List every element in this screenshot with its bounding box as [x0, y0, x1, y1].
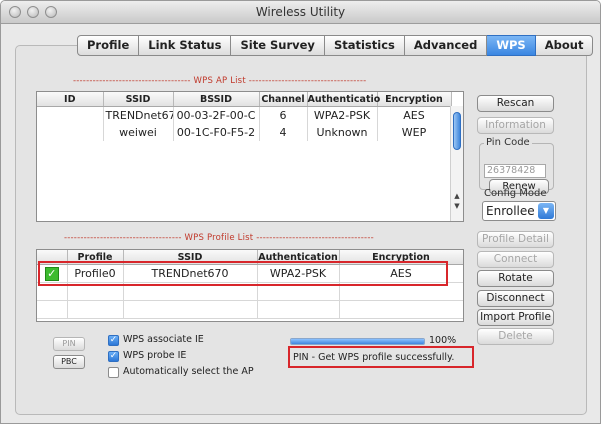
table-row[interactable]: TRENDnet670 00-03-2F-00-C 6 WPA2-PSK AES [37, 106, 452, 124]
ap-col-encryption[interactable]: Encryption [377, 92, 452, 107]
rescan-button[interactable]: Rescan [477, 95, 554, 112]
window-title: Wireless Utility [255, 5, 346, 19]
config-mode-select[interactable]: Enrollee ▼ [482, 201, 556, 221]
wps-ap-list-table: ID SSID BSSID Channel Authenticatio Encr… [36, 91, 464, 222]
ap-auth-cell: WPA2-PSK [307, 106, 378, 124]
wps-associate-ie-label: WPS associate IE [123, 334, 204, 345]
information-button[interactable]: Information [477, 117, 554, 134]
wps-progress-fill [291, 339, 424, 344]
wps-probe-ie-label: WPS probe IE [123, 350, 187, 361]
wireless-utility-window: Wireless Utility Profile Link Status Sit… [0, 0, 601, 424]
ap-auth-cell: Unknown [307, 124, 378, 141]
ap-list-header-row: ID SSID BSSID Channel Authenticatio Encr… [37, 92, 452, 107]
tab-advanced[interactable]: Advanced [404, 35, 488, 56]
pbc-button[interactable]: PBC [53, 355, 85, 369]
config-mode-value: Enrollee [486, 204, 535, 218]
chevron-down-icon[interactable]: ▼ [538, 203, 554, 219]
tab-wps[interactable]: WPS [487, 35, 536, 56]
rotate-button[interactable]: Rotate [477, 270, 554, 287]
ap-id-cell [37, 106, 104, 124]
table-row[interactable] [37, 300, 463, 319]
ap-id-cell [37, 124, 104, 141]
pin-code-field[interactable]: 26378428 [484, 164, 546, 178]
pin-button[interactable]: PIN [53, 337, 85, 351]
auto-select-ap-label: Automatically select the AP [123, 366, 254, 377]
ap-bssid-cell: 00-03-2F-00-C [173, 106, 260, 124]
ap-col-ssid[interactable]: SSID [103, 92, 174, 107]
tab-link-status[interactable]: Link Status [139, 35, 232, 56]
selected-profile-highlight [38, 261, 448, 286]
import-profile-button[interactable]: Import Profile [477, 309, 554, 326]
ap-ssid-cell: weiwei [103, 124, 174, 141]
auto-select-ap-checkbox[interactable] [108, 367, 119, 378]
tab-profile[interactable]: Profile [77, 35, 140, 56]
wps-ap-list-label: ------------------------------------ WPS… [73, 76, 367, 86]
ap-enc-cell: WEP [377, 124, 452, 141]
tab-statistics[interactable]: Statistics [324, 35, 405, 56]
tab-site-survey[interactable]: Site Survey [231, 35, 325, 56]
pin-code-label: Pin Code [484, 137, 532, 148]
connect-button[interactable]: Connect [477, 251, 554, 268]
ap-col-id[interactable]: ID [37, 92, 104, 107]
table-row[interactable]: weiwei 00-1C-F0-F5-2 4 Unknown WEP [37, 124, 452, 141]
wps-status-message: PIN - Get WPS profile successfully. [293, 352, 455, 363]
ap-list-scrollbar[interactable]: ▲ ▼ [450, 106, 463, 221]
scroll-up-arrow-icon[interactable]: ▲ [452, 192, 462, 200]
delete-button[interactable]: Delete [477, 328, 554, 345]
ap-bssid-cell: 00-1C-F0-F5-2 [173, 124, 260, 141]
ap-col-authentication[interactable]: Authenticatio [307, 92, 380, 107]
ap-col-bssid[interactable]: BSSID [173, 92, 260, 107]
wps-ap-list-grid: ID SSID BSSID Channel Authenticatio Encr… [37, 92, 452, 141]
profile-detail-button[interactable]: Profile Detail [477, 231, 554, 248]
wps-probe-ie-checkbox[interactable]: ✓ [108, 351, 119, 362]
ap-col-channel[interactable]: Channel [259, 92, 308, 107]
wps-associate-ie-checkbox[interactable]: ✓ [108, 335, 119, 346]
wps-profile-list-label: ------------------------------------ WPS… [64, 233, 374, 243]
tab-about[interactable]: About [535, 35, 594, 56]
ap-enc-cell: AES [377, 106, 452, 124]
wps-progress-text: 100% [429, 335, 457, 346]
wps-progress-bar [290, 338, 425, 345]
title-bar: Wireless Utility [1, 1, 600, 24]
scroll-down-arrow-icon[interactable]: ▼ [452, 202, 462, 210]
tab-bar: Profile Link Status Site Survey Statisti… [77, 35, 594, 56]
ap-ssid-cell: TRENDnet670 [103, 106, 174, 124]
disconnect-button[interactable]: Disconnect [477, 290, 554, 307]
config-mode-label: Config Mode [484, 188, 547, 199]
ap-channel-cell: 6 [259, 106, 308, 124]
ap-channel-cell: 4 [259, 124, 308, 141]
ap-list-scroll-thumb[interactable] [453, 112, 461, 150]
